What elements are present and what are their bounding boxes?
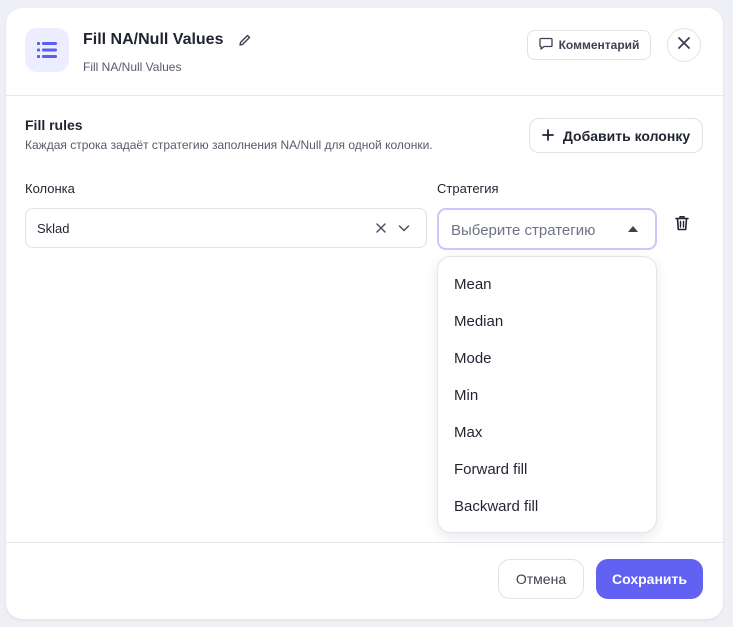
close-icon <box>677 36 691 55</box>
strategy-option-median[interactable]: Median <box>438 303 656 340</box>
comment-icon <box>538 37 553 53</box>
trash-icon[interactable] <box>673 214 693 234</box>
fill-rules-title: Fill rules <box>25 117 83 133</box>
plus-icon <box>541 128 554 144</box>
strategy-option-backward-fill[interactable]: Backward fill <box>438 488 656 525</box>
strategy-select[interactable]: Выберите стратегию <box>437 208 657 250</box>
strategy-header: Стратегия <box>437 181 499 196</box>
strategy-option-max[interactable]: Max <box>438 414 656 451</box>
clear-icon[interactable] <box>374 221 388 235</box>
add-column-button[interactable]: Добавить колонку <box>529 118 703 153</box>
dialog-header: Fill NA/Null Values Fill NA/Null Values … <box>6 8 723 96</box>
list-icon <box>25 28 69 72</box>
save-button[interactable]: Сохранить <box>596 559 703 599</box>
column-select-value: Sklad <box>37 221 70 236</box>
strategy-option-mode[interactable]: Mode <box>438 340 656 377</box>
strategy-option-mean[interactable]: Mean <box>438 266 656 303</box>
dialog-subtitle: Fill NA/Null Values <box>83 60 182 74</box>
strategy-option-min[interactable]: Min <box>438 377 656 414</box>
column-header: Колонка <box>25 181 75 196</box>
fill-rules-description: Каждая строка задаёт стратегию заполнени… <box>25 138 433 152</box>
close-button[interactable] <box>667 28 701 62</box>
fill-na-dialog: Fill NA/Null Values Fill NA/Null Values … <box>6 8 723 619</box>
strategy-option-forward-fill[interactable]: Forward fill <box>438 451 656 488</box>
comment-button[interactable]: Комментарий <box>527 30 651 60</box>
dialog-title: Fill NA/Null Values <box>83 31 224 48</box>
chevron-down-icon[interactable] <box>397 221 411 235</box>
comment-button-label: Комментарий <box>558 38 640 52</box>
column-select[interactable]: Sklad <box>25 208 427 248</box>
caret-up-icon <box>628 226 638 232</box>
cancel-button[interactable]: Отмена <box>498 559 584 599</box>
add-column-label: Добавить колонку <box>562 127 691 144</box>
strategy-select-placeholder: Выберите стратегию <box>451 222 596 239</box>
pencil-icon[interactable] <box>238 33 254 49</box>
strategy-dropdown: Mean Median Mode Min Max Forward fill Ba… <box>437 256 657 533</box>
